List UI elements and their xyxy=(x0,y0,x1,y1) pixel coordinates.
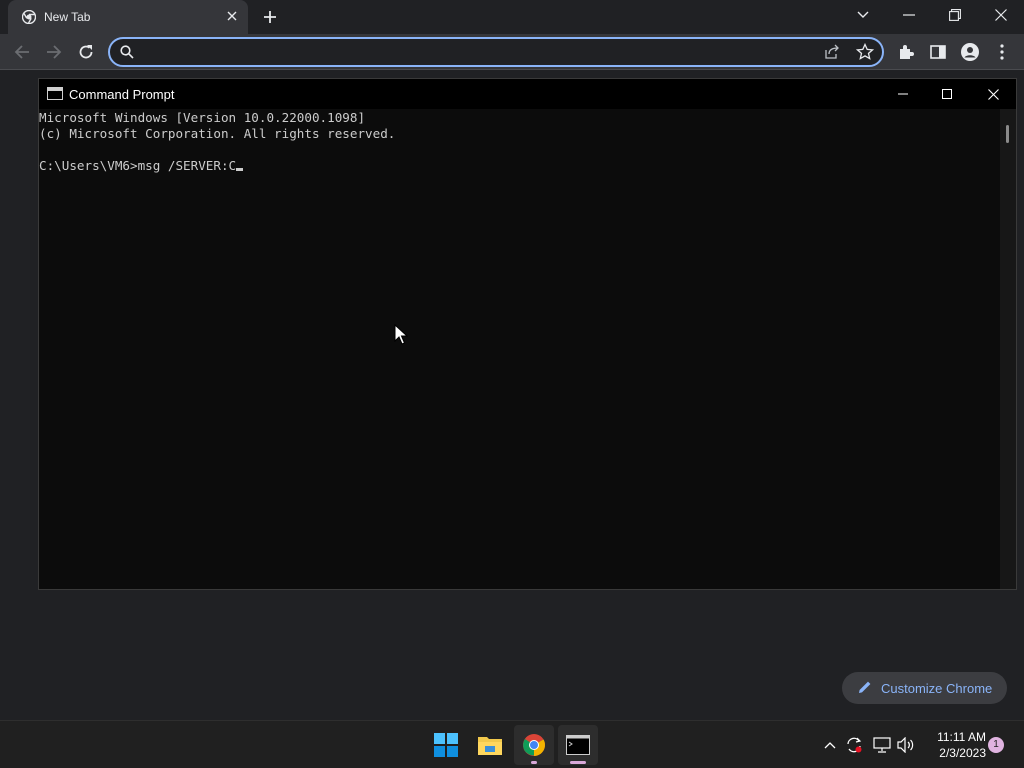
minimize-icon xyxy=(898,93,908,95)
tab-title: New Tab xyxy=(44,10,91,24)
windows-start-icon xyxy=(434,733,458,757)
address-bar[interactable] xyxy=(108,37,884,67)
pencil-icon xyxy=(859,681,871,693)
arrow-right-icon xyxy=(47,45,62,59)
browser-toolbar xyxy=(0,34,1024,70)
chrome-icon xyxy=(22,10,36,24)
cmd-console-output[interactable]: Microsoft Windows [Version 10.0.22000.10… xyxy=(39,109,999,589)
sync-icon xyxy=(847,737,862,753)
start-button[interactable] xyxy=(426,725,466,765)
clock-time: 11:11 AM xyxy=(937,730,986,744)
file-explorer-button[interactable] xyxy=(470,725,510,765)
restore-button[interactable] xyxy=(942,4,968,26)
terminal-taskbar-button[interactable] xyxy=(558,725,598,765)
sync-status-button[interactable] xyxy=(844,735,864,755)
cmd-scrollbar[interactable] xyxy=(1000,109,1016,589)
speaker-icon xyxy=(897,737,914,753)
close-tab-button[interactable] xyxy=(224,8,240,24)
running-indicator xyxy=(531,761,537,764)
customize-chrome-label: Customize Chrome xyxy=(881,681,993,696)
chrome-icon xyxy=(523,734,545,756)
close-icon xyxy=(987,88,999,100)
minimize-button[interactable] xyxy=(896,4,922,26)
bookmark-star-icon[interactable] xyxy=(856,43,874,61)
taskbar: 11:11 AM 2/3/2023 1 xyxy=(0,720,1024,768)
cmd-minimize-button[interactable] xyxy=(889,83,917,105)
close-icon xyxy=(227,11,237,21)
console-line: Microsoft Windows [Version 10.0.22000.10… xyxy=(39,110,366,125)
cmd-app-icon xyxy=(47,87,63,100)
puzzle-icon xyxy=(900,45,914,59)
clock-date: 2/3/2023 xyxy=(939,746,986,760)
chrome-taskbar-button[interactable] xyxy=(514,725,554,765)
tab-search-button[interactable] xyxy=(850,4,876,26)
network-button[interactable] xyxy=(872,735,892,755)
back-button[interactable] xyxy=(10,40,34,64)
share-icon[interactable] xyxy=(824,44,840,60)
kebab-menu-icon xyxy=(1000,44,1004,60)
console-prompt-line: C:\Users\VM6>msg /SERVER:C xyxy=(39,158,999,174)
cmd-title-bar[interactable]: Command Prompt xyxy=(39,79,1016,109)
close-window-button[interactable] xyxy=(988,4,1014,26)
new-tab-button[interactable] xyxy=(259,6,281,28)
minimize-icon xyxy=(903,14,915,16)
chevron-down-icon xyxy=(857,11,869,18)
chevron-up-icon xyxy=(824,742,836,749)
extensions-button[interactable] xyxy=(894,40,918,64)
scrollbar-thumb[interactable] xyxy=(1006,125,1009,143)
avatar-icon xyxy=(961,43,979,61)
cmd-close-button[interactable] xyxy=(979,83,1007,105)
cmd-window-title: Command Prompt xyxy=(69,87,175,102)
taskbar-clock[interactable]: 11:11 AM 2/3/2023 xyxy=(926,729,986,761)
forward-button[interactable] xyxy=(42,40,66,64)
profile-button[interactable] xyxy=(958,40,982,64)
mouse-cursor-icon xyxy=(394,324,408,345)
customize-chrome-button[interactable]: Customize Chrome xyxy=(842,672,1007,704)
terminal-icon xyxy=(566,735,590,755)
tab-new-tab[interactable]: New Tab xyxy=(8,0,248,34)
search-icon xyxy=(120,45,134,59)
side-panel-icon xyxy=(930,45,946,59)
reload-button[interactable] xyxy=(74,40,98,64)
command-prompt-window[interactable]: Command Prompt Microsoft Windows [Versio… xyxy=(38,78,1017,590)
console-command-text: C:\Users\VM6>msg /SERVER:C xyxy=(39,158,237,173)
side-panel-button[interactable] xyxy=(926,40,950,64)
volume-button[interactable] xyxy=(896,735,916,755)
notification-badge[interactable]: 1 xyxy=(988,737,1004,753)
show-hidden-icons-button[interactable] xyxy=(820,735,840,755)
file-explorer-icon xyxy=(478,737,502,755)
reload-icon xyxy=(79,45,93,59)
maximize-icon xyxy=(942,89,952,99)
console-line: (c) Microsoft Corporation. All rights re… xyxy=(39,126,396,141)
text-cursor xyxy=(236,168,244,171)
network-icon xyxy=(873,737,891,753)
tab-strip: New Tab xyxy=(0,0,1024,34)
close-icon xyxy=(995,9,1007,21)
restore-icon xyxy=(949,9,961,21)
address-input[interactable] xyxy=(144,43,824,63)
active-indicator xyxy=(570,761,586,764)
plus-icon xyxy=(264,11,276,23)
menu-button[interactable] xyxy=(990,40,1014,64)
arrow-left-icon xyxy=(14,45,29,59)
cmd-maximize-button[interactable] xyxy=(933,83,961,105)
